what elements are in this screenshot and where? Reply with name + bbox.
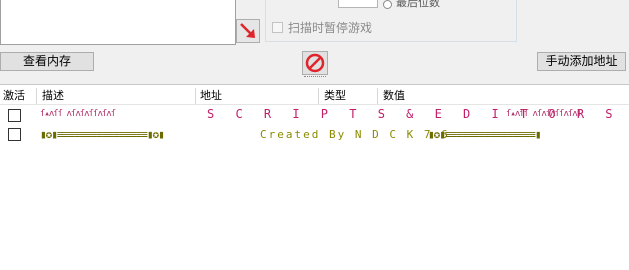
row-deco-left: ▮✪▮≡≡≡≡≡≡≡≡≡≡≡≡≡≡≡≡▮✪▮	[40, 128, 165, 141]
header-divider	[0, 104, 629, 105]
red-diagonal-arrow-icon	[240, 23, 255, 38]
column-divider[interactable]	[377, 88, 378, 104]
column-divider[interactable]	[36, 88, 37, 104]
row-credit[interactable]: Created By N D C K 7 6	[260, 128, 450, 141]
column-divider[interactable]	[318, 88, 319, 104]
pause-game-label: 扫描时暂停游戏	[288, 21, 373, 35]
pause-game-checkbox[interactable]	[272, 22, 283, 33]
add-to-list-button[interactable]	[236, 19, 260, 43]
manual-add-address-button[interactable]: 手动添加地址	[537, 52, 626, 71]
column-header-description[interactable]: 描述	[42, 87, 64, 105]
column-header-active[interactable]: 激活	[3, 87, 25, 105]
column-header-value[interactable]: 数值	[383, 87, 405, 105]
clear-list-button[interactable]	[302, 51, 328, 75]
digits-input[interactable]	[338, 0, 378, 8]
column-divider[interactable]	[195, 88, 196, 104]
column-header-type[interactable]: 类型	[324, 87, 346, 105]
row-deco-right: ▮✪▮≡≡≡≡≡≡≡≡≡≡≡≡≡≡≡≡▮	[428, 128, 541, 141]
view-memory-button[interactable]: 查看内存	[0, 52, 94, 71]
last-digits-label: 最后位数	[396, 0, 440, 9]
row-pattern-right: ſ▴ʌſſ ʌſʌſʌſſʌſʌſ	[506, 109, 582, 119]
found-address-list[interactable]	[0, 0, 236, 45]
splitter-handle[interactable]	[304, 76, 326, 80]
row-active-checkbox[interactable]	[8, 128, 21, 141]
row-pattern-left: ſ▴ʌſſ ʌſʌſʌſſʌſʌſ	[40, 109, 116, 119]
column-header-address[interactable]: 地址	[200, 87, 222, 105]
last-digits-radio[interactable]	[383, 0, 392, 9]
row-active-checkbox[interactable]	[8, 109, 21, 122]
no-entry-icon	[305, 53, 325, 73]
